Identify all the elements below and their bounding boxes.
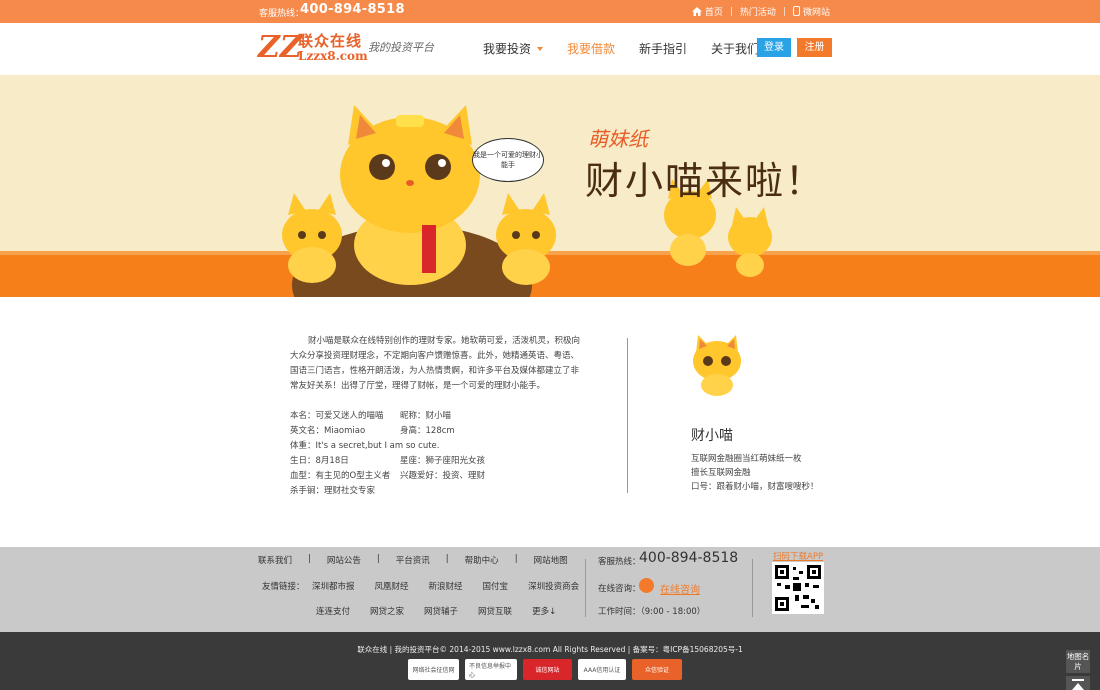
banner-tagline: 萌妹纸 [588,127,648,151]
friend-links-row: 连连支付 网贷之家 网贷辅子 网贷互联 更多↓ [316,605,576,617]
chevron-down-icon [537,47,544,51]
logo[interactable]: ZZ 联众在线 Lzzx8.com 我的投资平台 [258,27,438,69]
separator: | [782,6,786,17]
qr-code-icon [775,565,821,611]
separator: | [514,554,518,564]
profile-row: 体重：It's a secret,but I am so cute. [290,441,440,451]
logo-domain: Lzzx8.com [298,49,368,63]
speech-bubble: 我是一个可爱的理财小能手 [472,138,544,182]
footer: 联系我们 | 网站公告 | 平台资讯 | 帮助中心 | 网站地图 友情链接： 深… [0,547,1100,632]
trust-badge[interactable]: 众信验证 [632,659,682,680]
login-button[interactable]: 登录 [757,38,791,57]
friend-links-label: 友情链接： [262,582,305,592]
friend-link[interactable]: 国付宝 [483,580,509,592]
friend-link[interactable]: 连连支付 [316,605,350,617]
friend-link[interactable]: 深圳投资商会 [528,580,579,592]
top-bar: 客服热线： 400-894-8518 首页 | 热门活动 | 微网站 [0,0,1100,23]
footer-divider [585,559,586,617]
trust-badge[interactable]: 网络社会征信网 [408,659,459,680]
friend-link[interactable]: 新浪财经 [429,580,463,592]
footer-link-notice[interactable]: 网站公告 [327,554,361,566]
trust-badge[interactable]: AAA信用认证 [578,659,626,680]
banner-headline: 财小喵来啦！ [585,159,826,203]
trust-badge[interactable]: 不良信息举报中心 [465,659,517,680]
friend-link[interactable]: 凤凰财经 [375,580,409,592]
online-consult-link[interactable]: 在线咨询 [660,581,700,596]
nav-borrow[interactable]: 我要借款 [567,40,615,57]
profile-list: 本名：可爱又迷人的喵喵 昵称：财小喵 英文名：Miaomiao 身高：128cm 体… [290,409,600,499]
header: ZZ 联众在线 Lzzx8.com 我的投资平台 我要投资 我要借款 新手指引 … [0,23,1100,75]
profile-row: 生日：8月18日 星座：狮子座阳光女孩 [290,456,486,466]
more-links-button[interactable]: 更多↓ [532,605,556,617]
hotline-label: 客服热线： [259,9,305,19]
logo-name: 联众在线 [298,32,363,50]
top-links: 首页 | 热门活动 | 微网站 [691,5,830,18]
profile-row: 本名：可爱又迷人的喵喵 昵称：财小喵 [290,411,452,421]
home-icon [691,7,702,16]
hero-banner: 我是一个可爱的理财小能手 萌妹纸 财小喵来啦！ [0,75,1100,297]
separator: | [445,554,449,564]
nav-about[interactable]: 关于我们 [711,40,759,57]
footer-hotline-label: 客服热线： [598,557,641,567]
separator: | [308,554,311,564]
home-link[interactable]: 首页 [691,5,723,18]
footer-link-help[interactable]: 帮助中心 [465,554,499,566]
footer-divider [752,559,753,617]
friend-link[interactable]: 网贷互联 [478,605,512,617]
logo-slogan: 我的投资平台 [368,41,434,54]
back-to-top-icon[interactable] [1066,676,1090,690]
nav-guide[interactable]: 新手指引 [639,40,687,57]
separator: | [729,6,733,17]
friend-link[interactable]: 网贷辅子 [424,605,458,617]
mascot-description: 互联网金融圈当红萌妹纸一枚 擅长互联网金融 口号：跟着财小喵，财富嗖嗖秒！ [691,454,819,492]
profile-row: 英文名：Miaomiao 身高：128cm [290,426,455,436]
events-link[interactable]: 热门活动 [740,5,776,18]
trust-badges: 网络社会征信网 不良信息举报中心 诚信网站 AAA信用认证 众信验证 [408,659,682,680]
sitemap-card-button[interactable]: 地图名片 [1066,650,1090,673]
mobile-site-link[interactable]: 微网站 [792,5,830,18]
chat-icon[interactable] [639,578,654,593]
footer-link-sitemap[interactable]: 网站地图 [534,554,568,566]
footer-link-contact[interactable]: 联系我们 [258,554,292,566]
footer-link-news[interactable]: 平台资讯 [396,554,430,566]
work-time: 工作时间：（9:00 - 18:00） [598,607,706,617]
qr-code [772,562,824,614]
footer-hotline-number: 400-894-8518 [639,550,739,566]
mascot-avatar [693,335,741,396]
register-button[interactable]: 注册 [797,38,832,57]
consult-label: 在线咨询： [598,584,641,594]
trust-badge[interactable]: 诚信网站 [523,659,572,680]
profile-row: 血型：有主见的O型主义者 兴趣爱好：投资、理财 [290,471,486,481]
intro-paragraph: 财小喵是联众在线特别创作的理财专家。她软萌可爱，活泼机灵，积极向大众分享投资理财… [290,336,581,391]
hotline-number: 400-894-8518 [300,2,405,17]
main-nav: 我要投资 我要借款 新手指引 关于我们 [483,40,783,57]
friend-link[interactable]: 深圳都市报 [312,580,355,592]
nav-invest[interactable]: 我要投资 [483,40,544,57]
footer-links: 联系我们 | 网站公告 | 平台资讯 | 帮助中心 | 网站地图 [258,554,584,566]
mascot-name: 财小喵 [691,428,733,444]
separator: | [376,554,380,564]
profile-row: 杀手锏：理财社交专家 [290,486,376,496]
app-download-link[interactable]: 扫码下载APP [773,550,823,562]
bottom-bar: 联众在线 | 我的投资平台© 2014-2015 www.lzzx8.com A… [0,632,1100,690]
copyright: 联众在线 | 我的投资平台© 2014-2015 www.lzzx8.com A… [357,645,743,654]
friend-links-row: 深圳都市报 凤凰财经 新浪财经 国付宝 深圳投资商会 [312,580,599,592]
logo-mark: ZZ [258,30,302,65]
friend-link[interactable]: 网贷之家 [370,605,404,617]
phone-icon [792,6,800,16]
content-divider [627,338,628,493]
side-tools: 地图名片 [1066,650,1090,690]
